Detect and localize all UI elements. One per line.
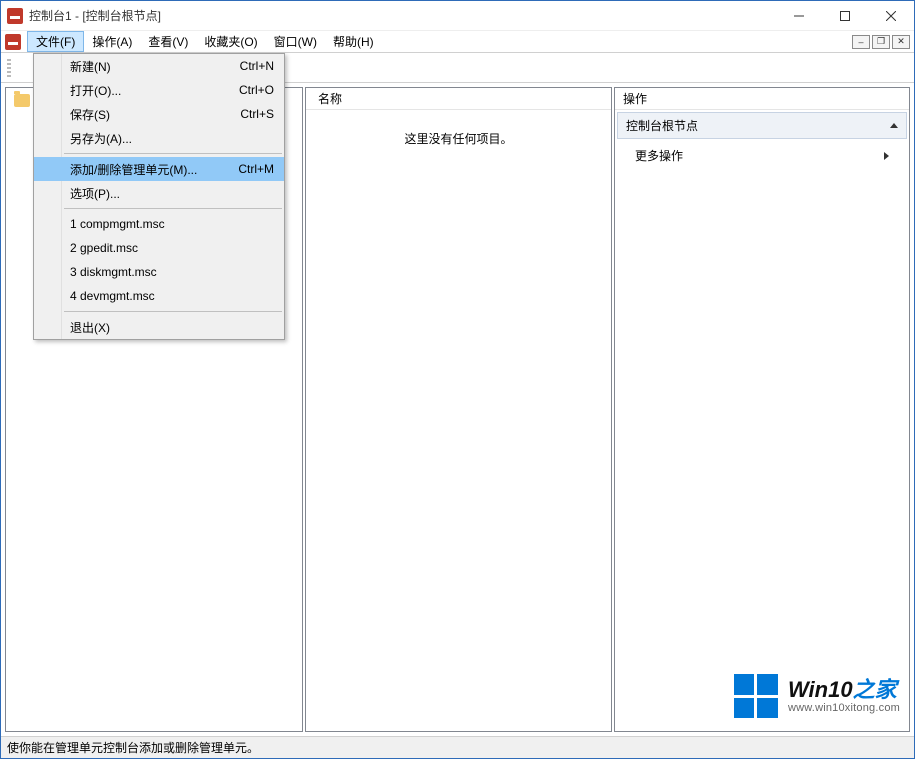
- menu-file[interactable]: 文件(F): [27, 31, 84, 52]
- menu-separator: [64, 311, 282, 312]
- menu-help[interactable]: 帮助(H): [325, 31, 382, 52]
- menu-item-recent-4[interactable]: 4 devmgmt.msc: [34, 284, 284, 308]
- menu-item-shortcut: Ctrl+S: [240, 107, 274, 121]
- actions-header: 操作: [615, 88, 909, 110]
- menu-item-shortcut: Ctrl+N: [240, 59, 274, 73]
- actions-group[interactable]: 控制台根节点: [617, 112, 907, 139]
- menu-item-add-remove-snapin[interactable]: 添加/删除管理单元(M)... Ctrl+M: [34, 157, 284, 181]
- menu-item-shortcut: Ctrl+M: [238, 162, 274, 176]
- close-button[interactable]: [868, 1, 914, 31]
- menu-item-recent-1[interactable]: 1 compmgmt.msc: [34, 212, 284, 236]
- list-empty-text: 这里没有任何项目。: [306, 110, 611, 731]
- toolbar-grip[interactable]: [7, 59, 11, 77]
- menu-favorites[interactable]: 收藏夹(O): [196, 31, 265, 52]
- menu-item-label: 另存为(A)...: [70, 130, 132, 147]
- file-menu-dropdown: 新建(N) Ctrl+N 打开(O)... Ctrl+O 保存(S) Ctrl+…: [33, 53, 285, 340]
- menu-bar: 文件(F) 操作(A) 查看(V) 收藏夹(O) 窗口(W) 帮助(H) – ❐…: [1, 31, 914, 53]
- folder-icon: [14, 94, 30, 107]
- doc-icon: [5, 34, 21, 50]
- window-title: 控制台1 - [控制台根节点]: [29, 7, 161, 24]
- actions-more-label: 更多操作: [635, 147, 683, 164]
- actions-more[interactable]: 更多操作: [615, 141, 909, 170]
- menu-item-label: 2 gpedit.msc: [70, 241, 138, 255]
- mdi-close-button[interactable]: ✕: [892, 35, 910, 49]
- app-window: 控制台1 - [控制台根节点] 文件(F) 操作(A) 查看(V) 收藏夹(O)…: [0, 0, 915, 759]
- menu-item-recent-2[interactable]: 2 gpedit.msc: [34, 236, 284, 260]
- menu-item-label: 新建(N): [70, 58, 111, 75]
- menu-item-options[interactable]: 选项(P)...: [34, 181, 284, 205]
- menu-item-saveas[interactable]: 另存为(A)...: [34, 126, 284, 150]
- menu-action[interactable]: 操作(A): [84, 31, 140, 52]
- list-pane: 名称 这里没有任何项目。: [305, 87, 612, 732]
- mdi-restore-button[interactable]: ❐: [872, 35, 890, 49]
- title-bar: 控制台1 - [控制台根节点]: [1, 1, 914, 31]
- menu-separator: [64, 208, 282, 209]
- app-icon: [7, 8, 23, 24]
- menu-item-label: 打开(O)...: [70, 82, 121, 99]
- collapse-icon: [890, 123, 898, 128]
- menu-item-label: 1 compmgmt.msc: [70, 217, 165, 231]
- status-bar: 使你能在管理单元控制台添加或删除管理单元。: [1, 736, 914, 758]
- menu-view[interactable]: 查看(V): [140, 31, 196, 52]
- menu-item-label: 选项(P)...: [70, 185, 120, 202]
- menu-item-recent-3[interactable]: 3 diskmgmt.msc: [34, 260, 284, 284]
- menu-item-open[interactable]: 打开(O)... Ctrl+O: [34, 78, 284, 102]
- menu-item-label: 退出(X): [70, 319, 110, 336]
- minimize-button[interactable]: [776, 1, 822, 31]
- menu-item-save[interactable]: 保存(S) Ctrl+S: [34, 102, 284, 126]
- submenu-icon: [884, 152, 889, 160]
- menu-item-label: 添加/删除管理单元(M)...: [70, 161, 197, 178]
- menu-item-label: 4 devmgmt.msc: [70, 289, 155, 303]
- menu-item-shortcut: Ctrl+O: [239, 83, 274, 97]
- maximize-button[interactable]: [822, 1, 868, 31]
- list-column-name[interactable]: 名称: [306, 88, 611, 110]
- menu-item-exit[interactable]: 退出(X): [34, 315, 284, 339]
- menu-item-label: 保存(S): [70, 106, 110, 123]
- mdi-minimize-button[interactable]: –: [852, 35, 870, 49]
- actions-group-label: 控制台根节点: [626, 117, 698, 134]
- actions-pane: 操作 控制台根节点 更多操作: [614, 87, 910, 732]
- menu-window[interactable]: 窗口(W): [266, 31, 325, 52]
- menu-separator: [64, 153, 282, 154]
- menu-item-new[interactable]: 新建(N) Ctrl+N: [34, 54, 284, 78]
- menu-item-label: 3 diskmgmt.msc: [70, 265, 157, 279]
- status-text: 使你能在管理单元控制台添加或删除管理单元。: [7, 739, 259, 756]
